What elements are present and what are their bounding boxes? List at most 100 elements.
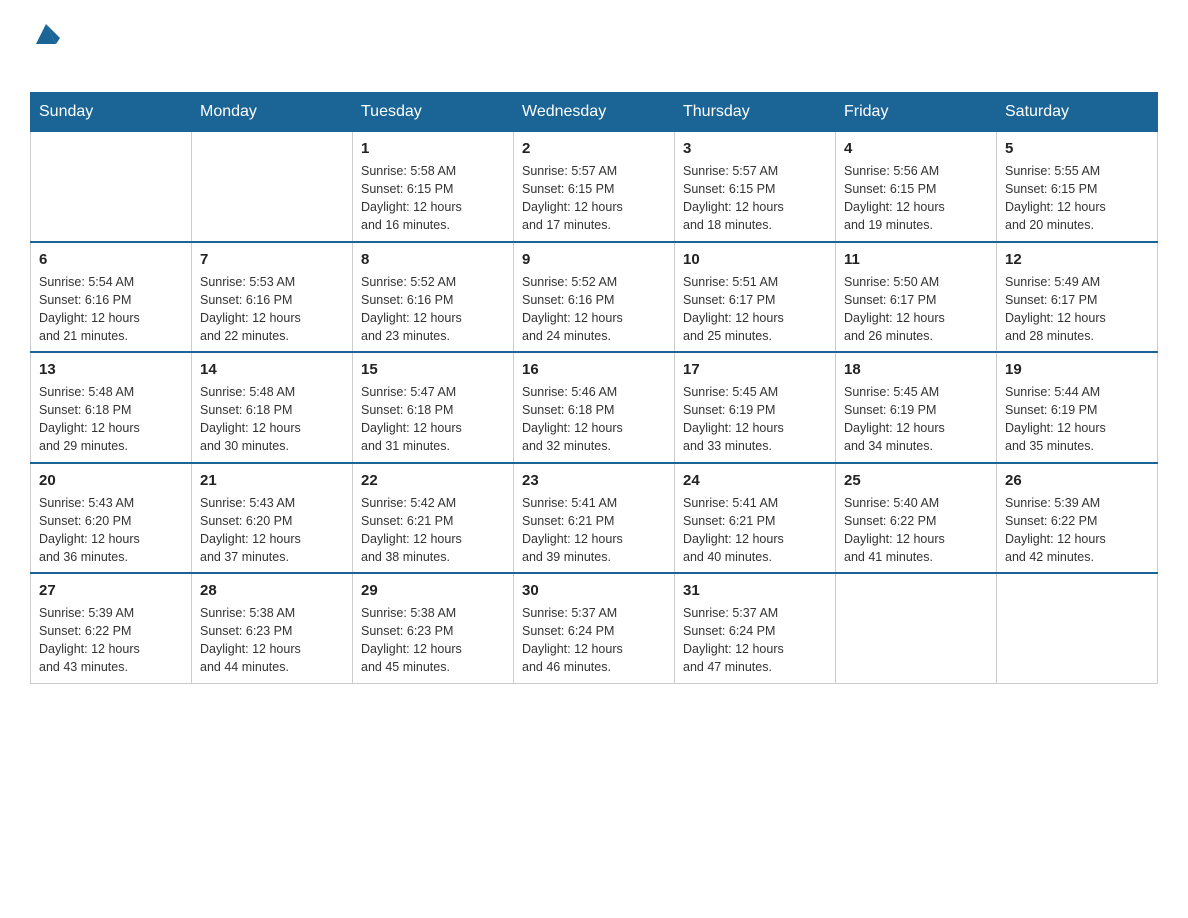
calendar-cell bbox=[31, 132, 192, 242]
day-number: 28 bbox=[200, 580, 344, 601]
day-number: 11 bbox=[844, 249, 988, 270]
calendar-header-row: SundayMondayTuesdayWednesdayThursdayFrid… bbox=[31, 93, 1158, 132]
day-number: 6 bbox=[39, 249, 183, 270]
day-info: Sunrise: 5:38 AM Sunset: 6:23 PM Dayligh… bbox=[361, 604, 505, 677]
day-info: Sunrise: 5:50 AM Sunset: 6:17 PM Dayligh… bbox=[844, 273, 988, 346]
day-info: Sunrise: 5:49 AM Sunset: 6:17 PM Dayligh… bbox=[1005, 273, 1149, 346]
day-info: Sunrise: 5:55 AM Sunset: 6:15 PM Dayligh… bbox=[1005, 162, 1149, 235]
day-info: Sunrise: 5:48 AM Sunset: 6:18 PM Dayligh… bbox=[39, 383, 183, 456]
calendar-cell: 18 Sunrise: 5:45 AM Sunset: 6:19 PM Dayli… bbox=[836, 352, 997, 463]
week-row-4: 20Sunrise: 5:43 AM Sunset: 6:20 PM Dayli… bbox=[31, 463, 1158, 574]
day-number: 25 bbox=[844, 470, 988, 491]
calendar-cell: 11 Sunrise: 5:50 AM Sunset: 6:17 PM Dayli… bbox=[836, 242, 997, 353]
calendar-cell: 12Sunrise: 5:49 AM Sunset: 6:17 PM Dayli… bbox=[997, 242, 1158, 353]
header-friday: Friday bbox=[836, 93, 997, 132]
day-number: 1 bbox=[361, 138, 505, 159]
calendar-cell: 13 Sunrise: 5:48 AM Sunset: 6:18 PM Dayli… bbox=[31, 352, 192, 463]
calendar-cell: 23Sunrise: 5:41 AM Sunset: 6:21 PM Dayli… bbox=[514, 463, 675, 574]
day-info: Sunrise: 5:40 AM Sunset: 6:22 PM Dayligh… bbox=[844, 494, 988, 567]
day-number: 14 bbox=[200, 359, 344, 380]
day-info: Sunrise: 5:48 AM Sunset: 6:18 PM Dayligh… bbox=[200, 383, 344, 456]
header-sunday: Sunday bbox=[31, 93, 192, 132]
week-row-3: 13 Sunrise: 5:48 AM Sunset: 6:18 PM Dayli… bbox=[31, 352, 1158, 463]
calendar-cell: 15Sunrise: 5:47 AM Sunset: 6:18 PM Dayli… bbox=[353, 352, 514, 463]
calendar-cell: 17 Sunrise: 5:45 AM Sunset: 6:19 PM Dayli… bbox=[675, 352, 836, 463]
day-info: Sunrise: 5:38 AM Sunset: 6:23 PM Dayligh… bbox=[200, 604, 344, 677]
header-tuesday: Tuesday bbox=[353, 93, 514, 132]
day-number: 18 bbox=[844, 359, 988, 380]
calendar-cell: 1 Sunrise: 5:58 AM Sunset: 6:15 PM Daylig… bbox=[353, 132, 514, 242]
day-info: Sunrise: 5:53 AM Sunset: 6:16 PM Dayligh… bbox=[200, 273, 344, 346]
calendar-cell: 25 Sunrise: 5:40 AM Sunset: 6:22 PM Dayli… bbox=[836, 463, 997, 574]
calendar-cell: 9 Sunrise: 5:52 AM Sunset: 6:16 PM Daylig… bbox=[514, 242, 675, 353]
day-number: 19 bbox=[1005, 359, 1149, 380]
calendar-cell: 4 Sunrise: 5:56 AM Sunset: 6:15 PM Daylig… bbox=[836, 132, 997, 242]
day-info: Sunrise: 5:51 AM Sunset: 6:17 PM Dayligh… bbox=[683, 273, 827, 346]
calendar-cell: 7 Sunrise: 5:53 AM Sunset: 6:16 PM Daylig… bbox=[192, 242, 353, 353]
calendar-table: SundayMondayTuesdayWednesdayThursdayFrid… bbox=[30, 92, 1158, 684]
day-info: Sunrise: 5:52 AM Sunset: 6:16 PM Dayligh… bbox=[361, 273, 505, 346]
day-number: 21 bbox=[200, 470, 344, 491]
calendar-cell: 27 Sunrise: 5:39 AM Sunset: 6:22 PM Dayli… bbox=[31, 573, 192, 683]
header-thursday: Thursday bbox=[675, 93, 836, 132]
day-info: Sunrise: 5:37 AM Sunset: 6:24 PM Dayligh… bbox=[683, 604, 827, 677]
day-info: Sunrise: 5:46 AM Sunset: 6:18 PM Dayligh… bbox=[522, 383, 666, 456]
calendar-cell: 24 Sunrise: 5:41 AM Sunset: 6:21 PM Dayli… bbox=[675, 463, 836, 574]
calendar-cell: 20Sunrise: 5:43 AM Sunset: 6:20 PM Dayli… bbox=[31, 463, 192, 574]
calendar-cell: 6Sunrise: 5:54 AM Sunset: 6:16 PM Daylig… bbox=[31, 242, 192, 353]
day-number: 15 bbox=[361, 359, 505, 380]
header-saturday: Saturday bbox=[997, 93, 1158, 132]
calendar-cell: 5 Sunrise: 5:55 AM Sunset: 6:15 PM Daylig… bbox=[997, 132, 1158, 242]
day-info: Sunrise: 5:39 AM Sunset: 6:22 PM Dayligh… bbox=[1005, 494, 1149, 567]
day-info: Sunrise: 5:57 AM Sunset: 6:15 PM Dayligh… bbox=[683, 162, 827, 235]
day-info: Sunrise: 5:37 AM Sunset: 6:24 PM Dayligh… bbox=[522, 604, 666, 677]
day-number: 10 bbox=[683, 249, 827, 270]
day-info: Sunrise: 5:52 AM Sunset: 6:16 PM Dayligh… bbox=[522, 273, 666, 346]
week-row-1: 1 Sunrise: 5:58 AM Sunset: 6:15 PM Daylig… bbox=[31, 132, 1158, 242]
day-number: 5 bbox=[1005, 138, 1149, 159]
day-info: Sunrise: 5:56 AM Sunset: 6:15 PM Dayligh… bbox=[844, 162, 988, 235]
calendar-cell: 3 Sunrise: 5:57 AM Sunset: 6:15 PM Daylig… bbox=[675, 132, 836, 242]
logo-triangle-icon bbox=[32, 20, 60, 46]
calendar-cell: 28 Sunrise: 5:38 AM Sunset: 6:23 PM Dayli… bbox=[192, 573, 353, 683]
week-row-2: 6Sunrise: 5:54 AM Sunset: 6:16 PM Daylig… bbox=[31, 242, 1158, 353]
calendar-cell: 10 Sunrise: 5:51 AM Sunset: 6:17 PM Dayli… bbox=[675, 242, 836, 353]
day-number: 4 bbox=[844, 138, 988, 159]
week-row-5: 27 Sunrise: 5:39 AM Sunset: 6:22 PM Dayli… bbox=[31, 573, 1158, 683]
day-info: Sunrise: 5:45 AM Sunset: 6:19 PM Dayligh… bbox=[844, 383, 988, 456]
day-number: 24 bbox=[683, 470, 827, 491]
day-info: Sunrise: 5:42 AM Sunset: 6:21 PM Dayligh… bbox=[361, 494, 505, 567]
day-info: Sunrise: 5:44 AM Sunset: 6:19 PM Dayligh… bbox=[1005, 383, 1149, 456]
day-number: 30 bbox=[522, 580, 666, 601]
day-number: 26 bbox=[1005, 470, 1149, 491]
calendar-cell: 16Sunrise: 5:46 AM Sunset: 6:18 PM Dayli… bbox=[514, 352, 675, 463]
day-number: 13 bbox=[39, 359, 183, 380]
day-number: 17 bbox=[683, 359, 827, 380]
day-info: Sunrise: 5:45 AM Sunset: 6:19 PM Dayligh… bbox=[683, 383, 827, 456]
calendar-cell: 21Sunrise: 5:43 AM Sunset: 6:20 PM Dayli… bbox=[192, 463, 353, 574]
day-number: 22 bbox=[361, 470, 505, 491]
calendar-cell: 31 Sunrise: 5:37 AM Sunset: 6:24 PM Dayli… bbox=[675, 573, 836, 683]
calendar-cell bbox=[997, 573, 1158, 683]
day-info: Sunrise: 5:41 AM Sunset: 6:21 PM Dayligh… bbox=[683, 494, 827, 567]
day-info: Sunrise: 5:43 AM Sunset: 6:20 PM Dayligh… bbox=[39, 494, 183, 567]
day-number: 2 bbox=[522, 138, 666, 159]
day-number: 27 bbox=[39, 580, 183, 601]
day-info: Sunrise: 5:58 AM Sunset: 6:15 PM Dayligh… bbox=[361, 162, 505, 235]
calendar-cell: 26 Sunrise: 5:39 AM Sunset: 6:22 PM Dayli… bbox=[997, 463, 1158, 574]
header-wednesday: Wednesday bbox=[514, 93, 675, 132]
day-info: Sunrise: 5:57 AM Sunset: 6:15 PM Dayligh… bbox=[522, 162, 666, 235]
day-number: 7 bbox=[200, 249, 344, 270]
day-number: 29 bbox=[361, 580, 505, 601]
header-monday: Monday bbox=[192, 93, 353, 132]
calendar-cell: 22 Sunrise: 5:42 AM Sunset: 6:21 PM Dayli… bbox=[353, 463, 514, 574]
calendar-cell: 8Sunrise: 5:52 AM Sunset: 6:16 PM Daylig… bbox=[353, 242, 514, 353]
day-number: 31 bbox=[683, 580, 827, 601]
page-header bbox=[30, 20, 1158, 82]
day-number: 9 bbox=[522, 249, 666, 270]
calendar-cell: 19 Sunrise: 5:44 AM Sunset: 6:19 PM Dayli… bbox=[997, 352, 1158, 463]
day-info: Sunrise: 5:41 AM Sunset: 6:21 PM Dayligh… bbox=[522, 494, 666, 567]
calendar-cell bbox=[192, 132, 353, 242]
day-info: Sunrise: 5:39 AM Sunset: 6:22 PM Dayligh… bbox=[39, 604, 183, 677]
day-number: 3 bbox=[683, 138, 827, 159]
